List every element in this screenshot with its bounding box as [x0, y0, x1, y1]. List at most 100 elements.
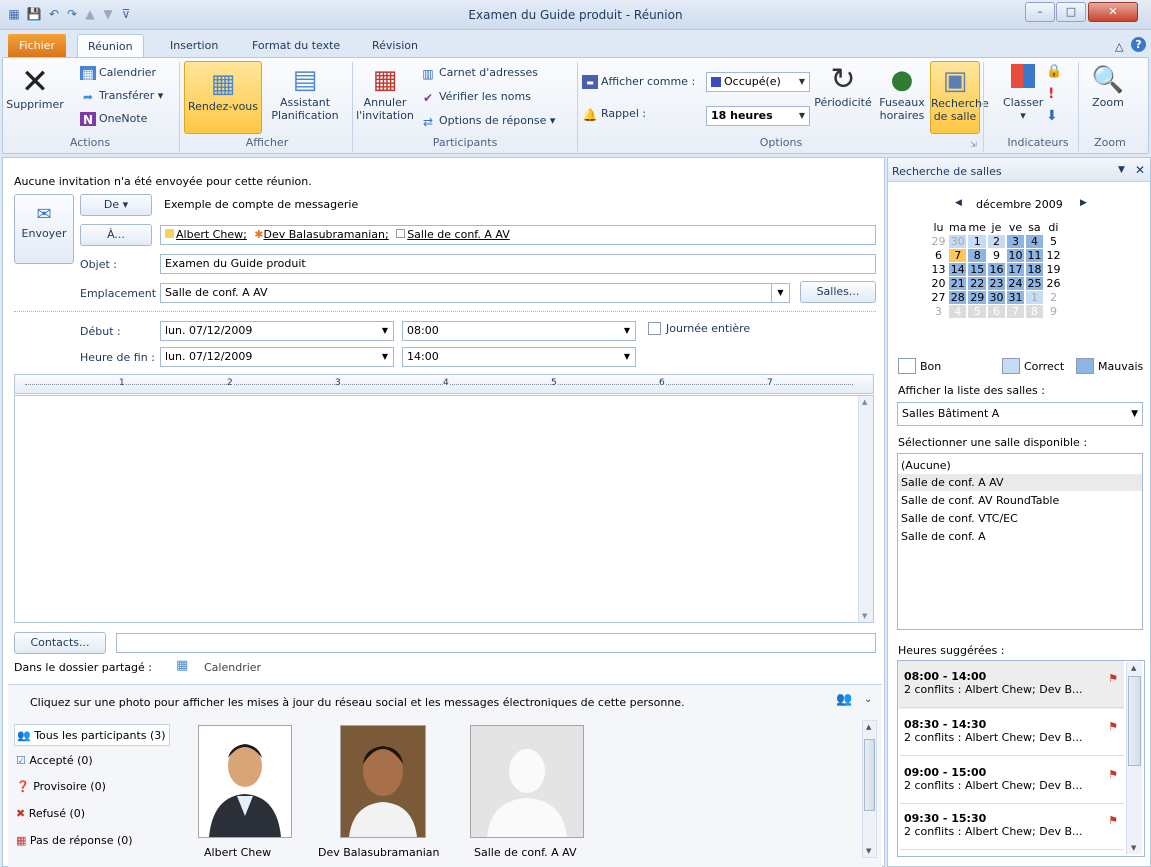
response-options-button[interactable]: ⇄ Options de réponse ▾	[420, 113, 555, 129]
scroll-up-icon[interactable]: ▲	[866, 723, 871, 731]
calendar-day[interactable]: 25	[1025, 277, 1043, 290]
people-icon[interactable]: 👥	[836, 692, 852, 707]
minimize-button[interactable]: –	[1025, 2, 1055, 22]
calendar-day[interactable]: 20	[930, 277, 947, 290]
calendar-day[interactable]: 22	[968, 277, 986, 290]
scroll-down-icon[interactable]: ▼	[1131, 844, 1136, 852]
room-option[interactable]: Salle de conf. AV RoundTable	[901, 494, 1059, 507]
tab-revision[interactable]: Révision	[362, 34, 428, 58]
tab-reunion[interactable]: Réunion	[77, 34, 144, 58]
prev-month-icon[interactable]: ◀	[955, 198, 962, 208]
onenote-button[interactable]: N OneNote	[80, 111, 147, 127]
delete-button[interactable]: ✕ Supprimer	[6, 65, 64, 111]
private-icon[interactable]: 🔒	[1046, 64, 1062, 79]
suggestion-item[interactable]: 09:30 - 15:30 2 conflits : Albert Chew; …	[900, 806, 1124, 850]
calendar-day[interactable]: 7	[949, 249, 967, 262]
calendar-day[interactable]: 24	[1006, 277, 1024, 290]
calendar-button[interactable]: ▦ Calendrier	[80, 65, 156, 81]
check-names-button[interactable]: ✔ Vérifier les noms	[420, 89, 531, 105]
chevron-down-icon[interactable]: ▼	[771, 284, 789, 302]
reminder-select[interactable]: 18 heures ▼	[706, 106, 810, 126]
maximize-button[interactable]: □	[1056, 2, 1086, 22]
filter-all[interactable]: 👥 Tous les participants (3)	[14, 724, 170, 746]
calendar-day[interactable]: 1	[1025, 291, 1043, 304]
calendar-day[interactable]: 6	[930, 249, 947, 262]
calendar-day[interactable]: 10	[1006, 249, 1024, 262]
scroll-up-icon[interactable]: ▲	[862, 398, 867, 406]
cancel-invitation-button[interactable]: ▦ Annuler l'invitation	[354, 64, 416, 122]
calendar-day[interactable]: 9	[1045, 305, 1062, 318]
low-importance-icon[interactable]: ⬇	[1046, 108, 1058, 124]
help-icon[interactable]: ?	[1131, 37, 1146, 52]
zoom-button[interactable]: 🔍 Zoom	[1082, 64, 1134, 109]
high-importance-icon[interactable]: !	[1048, 86, 1054, 102]
chevron-down-icon[interactable]: ▼	[619, 348, 635, 366]
calendar-day[interactable]: 4	[1025, 235, 1043, 248]
ruler[interactable]: 1 2 3 4 5 6 7	[14, 374, 874, 394]
room-finder-button[interactable]: ▣ Recherche de salle	[930, 61, 989, 134]
chevron-down-icon[interactable]: ▼	[619, 322, 635, 340]
start-date-field[interactable]: lun. 07/12/2009 ▼	[160, 321, 394, 341]
calendar-day[interactable]: 7	[1006, 305, 1024, 318]
calendar-day[interactable]: 18	[1025, 263, 1043, 276]
calendar-day[interactable]: 5	[968, 305, 986, 318]
calendar-day[interactable]: 5	[1045, 235, 1062, 248]
calendar-day[interactable]: 30	[987, 291, 1005, 304]
avatar[interactable]	[470, 725, 584, 838]
dialog-launcher-icon[interactable]: ⇲	[970, 140, 977, 149]
calendar-day[interactable]: 29	[968, 291, 986, 304]
suggestion-item[interactable]: 09:00 - 15:00 2 conflits : Albert Chew; …	[900, 760, 1124, 804]
calendar-day[interactable]: 19	[1045, 263, 1062, 276]
calendar-day[interactable]: 2	[987, 235, 1005, 248]
close-button[interactable]: ✕	[1088, 2, 1138, 22]
next-month-icon[interactable]: ▶	[1080, 198, 1087, 208]
pane-menu-icon[interactable]: ▼	[1118, 165, 1125, 175]
calendar-day[interactable]: 29	[930, 235, 947, 248]
calendar-day[interactable]: 9	[988, 249, 1005, 262]
calendar-day[interactable]: 8	[1025, 305, 1043, 318]
room-option[interactable]: Salle de conf. VTC/EC	[901, 512, 1018, 525]
calendar-day[interactable]: 26	[1045, 277, 1062, 290]
calendar-day[interactable]: 21	[949, 277, 967, 290]
time-zones-button[interactable]: ● Fuseaux horaires	[874, 64, 930, 122]
message-body[interactable]	[14, 395, 874, 623]
tab-format-texte[interactable]: Format du texte	[242, 34, 350, 58]
tab-insertion[interactable]: Insertion	[160, 34, 228, 58]
chevron-down-icon[interactable]: ⌄	[864, 694, 872, 705]
filter-no-response[interactable]: ▦ Pas de réponse (0)	[16, 834, 133, 847]
recurrence-button[interactable]: ↻ Périodicité	[812, 64, 874, 110]
to-button[interactable]: À...	[80, 224, 152, 246]
calendar-day[interactable]: 4	[949, 305, 967, 318]
room-list-select[interactable]: Salles Bâtiment A ▼	[897, 402, 1143, 426]
categorize-button[interactable]: Classer ▾	[1003, 64, 1043, 122]
calendar-day[interactable]: 31	[1006, 291, 1024, 304]
to-field[interactable]: Albert Chew; ✱Dev Balasubramanian; Salle…	[160, 225, 876, 245]
scroll-down-icon[interactable]: ▼	[862, 612, 867, 620]
suggestion-item[interactable]: 08:30 - 14:30 2 conflits : Albert Chew; …	[900, 712, 1124, 756]
calendar-day[interactable]: 3	[1006, 235, 1024, 248]
show-as-select[interactable]: Occupé(e) ▼	[706, 72, 810, 92]
tab-fichier[interactable]: Fichier	[8, 34, 66, 58]
rendezvous-button[interactable]: ▦ Rendez-vous	[184, 61, 262, 134]
calendar-day[interactable]: 14	[949, 263, 967, 276]
suggestions-scrollbar[interactable]: ▲ ▼	[1126, 662, 1142, 854]
calendar-day[interactable]: 11	[1025, 249, 1043, 262]
room-option[interactable]: (Aucune)	[901, 459, 951, 472]
people-scrollbar[interactable]: ▲ ▼	[862, 720, 877, 858]
filter-tentative[interactable]: ❓ Provisoire (0)	[16, 780, 106, 793]
start-time-field[interactable]: 08:00 ▼	[402, 321, 636, 341]
calendar-day[interactable]: 3	[930, 305, 947, 318]
allday-checkbox[interactable]	[648, 322, 661, 335]
rooms-button[interactable]: Salles...	[800, 281, 876, 303]
location-field[interactable]: Salle de conf. A AV ▼	[160, 283, 790, 303]
avatar[interactable]	[340, 725, 426, 838]
calendar-day[interactable]: 17	[1006, 263, 1024, 276]
calendar-day[interactable]: 13	[930, 263, 947, 276]
room-option[interactable]: Salle de conf. A	[901, 530, 986, 543]
chevron-down-icon[interactable]: ▼	[377, 322, 393, 340]
minimize-ribbon-icon[interactable]: △	[1115, 40, 1123, 53]
end-time-field[interactable]: 14:00 ▼	[402, 347, 636, 367]
address-book-button[interactable]: ▥ Carnet d'adresses	[420, 65, 538, 81]
forward-button[interactable]: ➦ Transférer ▾	[80, 88, 163, 104]
calendar-day[interactable]: 27	[930, 291, 947, 304]
